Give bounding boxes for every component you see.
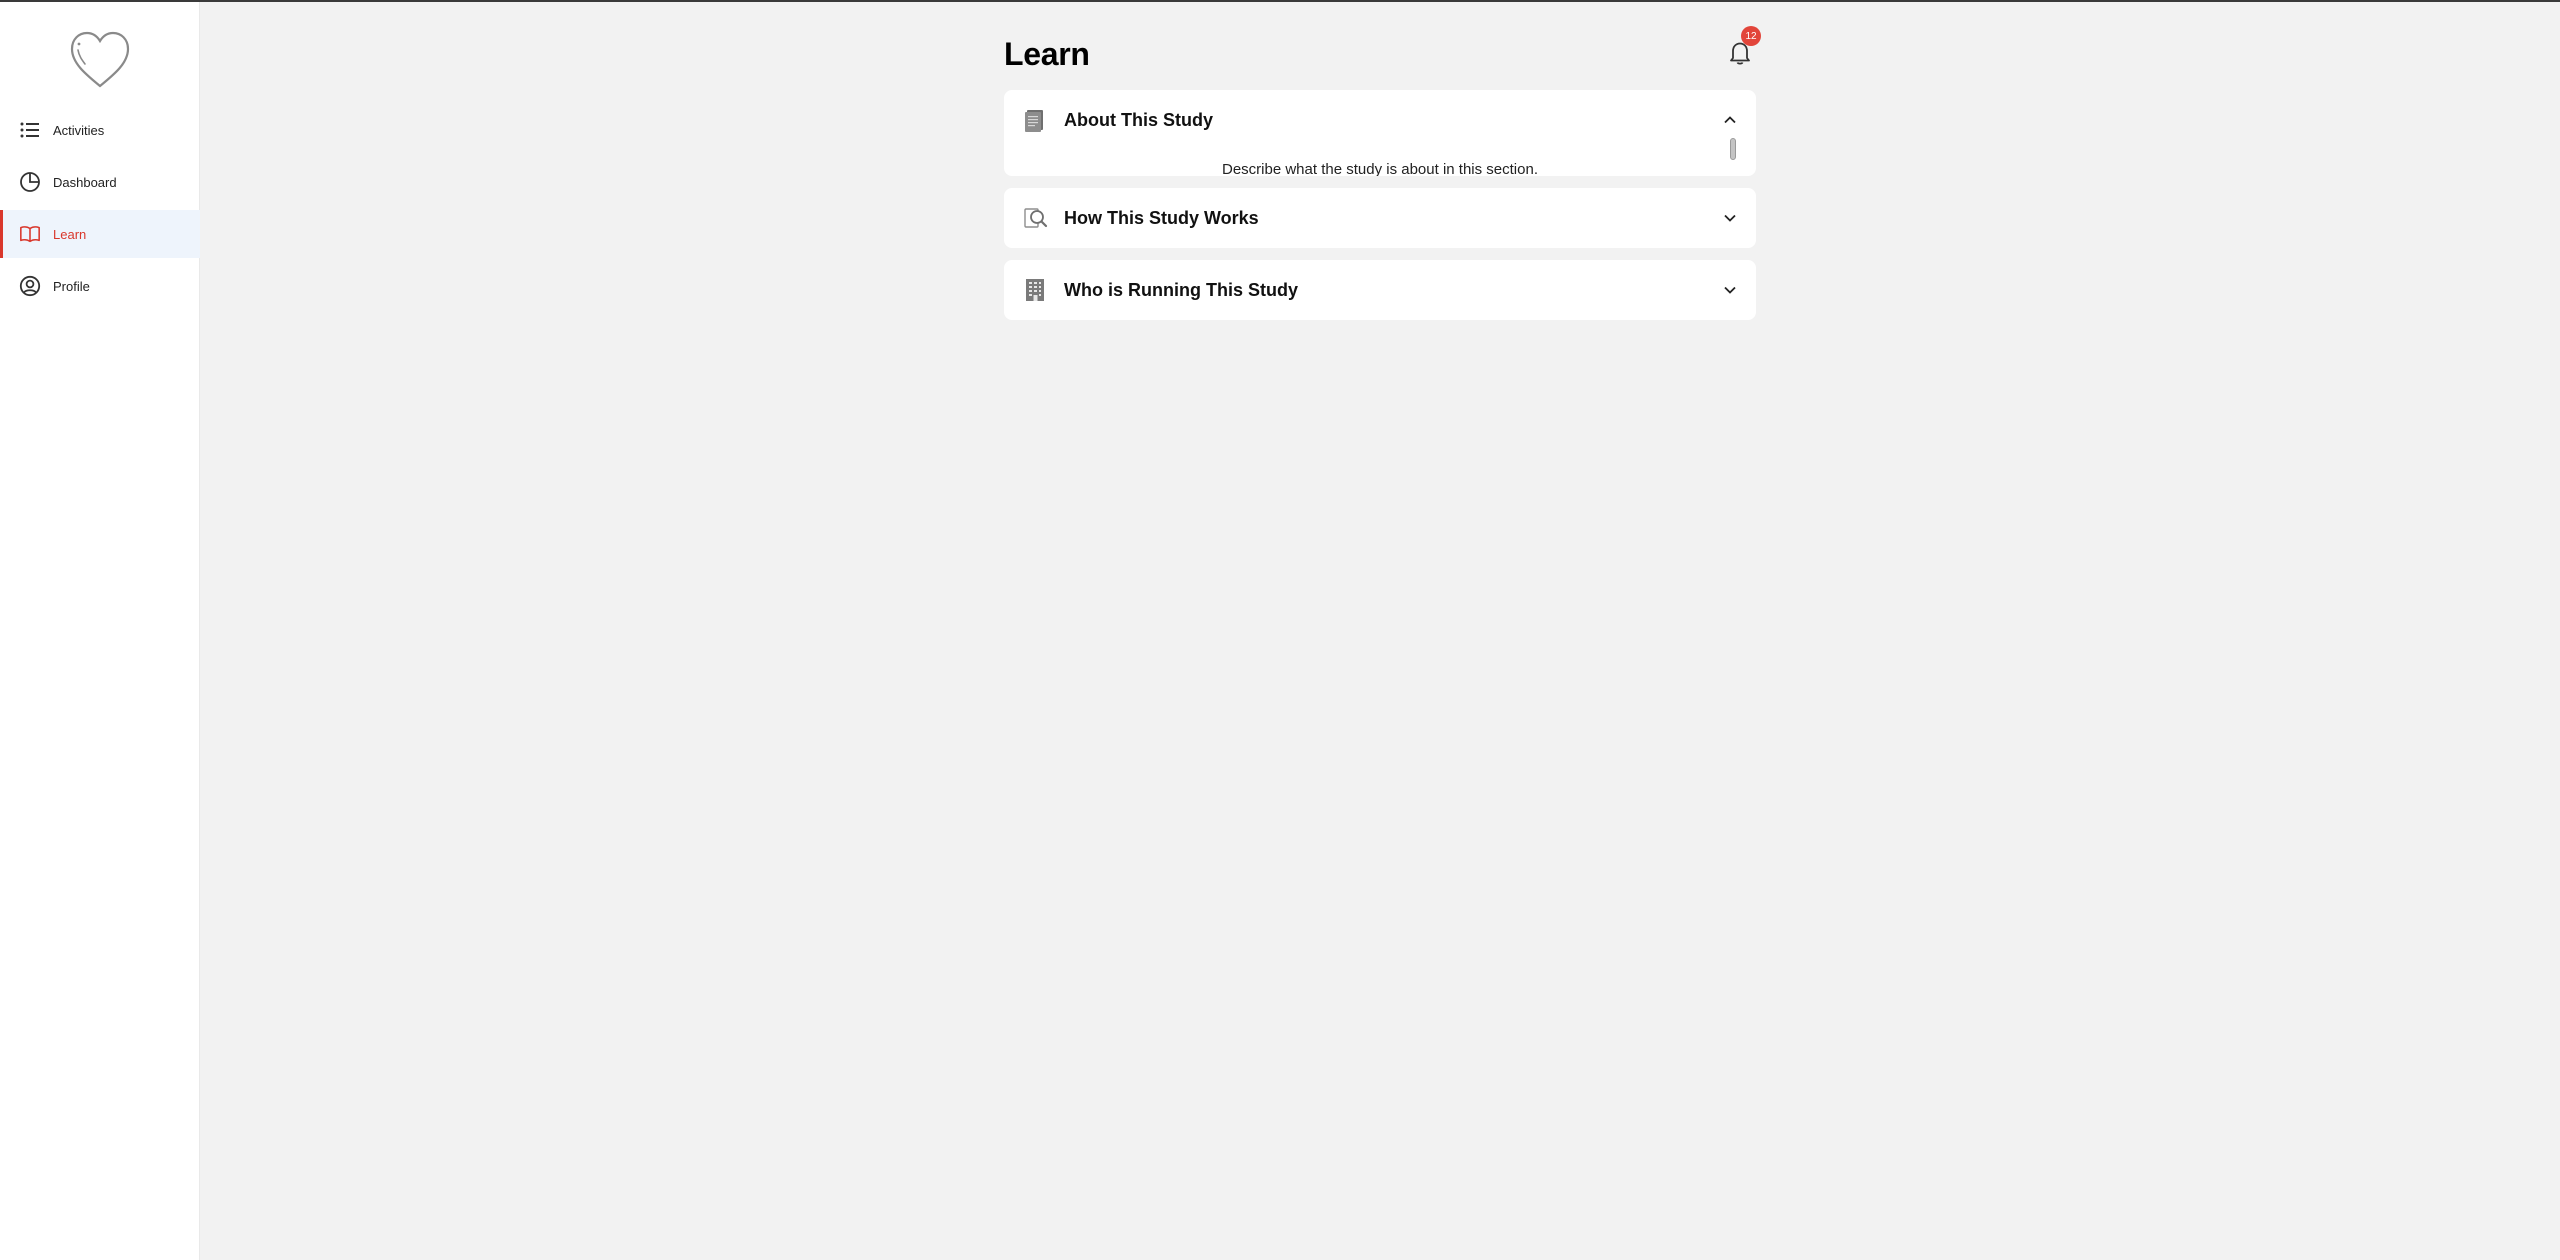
sidebar-nav: Activities Dashboard Learn Profile	[0, 106, 200, 314]
sidebar-item-label: Activities	[53, 122, 105, 138]
accordion-about-study: About This Study Describe what the study…	[1004, 90, 1756, 176]
book-open-icon	[19, 223, 41, 245]
accordion-header-about-study[interactable]: About This Study	[1004, 90, 1756, 150]
notification-badge: 12	[1741, 26, 1761, 46]
page-title: Learn	[1004, 36, 1090, 72]
document-icon	[1025, 110, 1043, 132]
sidebar-item-dashboard[interactable]: Dashboard	[0, 158, 200, 206]
list-icon	[19, 119, 41, 141]
sidebar-item-activities[interactable]: Activities	[0, 106, 200, 154]
accordion-header-how-study-works[interactable]: How This Study Works	[1004, 188, 1756, 248]
pie-chart-icon	[19, 171, 41, 193]
sidebar-item-label: Dashboard	[53, 174, 117, 190]
accordion-body-text: Describe what the study is about in this…	[1222, 161, 1538, 176]
building-icon	[1026, 279, 1044, 301]
user-circle-icon	[19, 275, 41, 297]
sidebar-item-profile[interactable]: Profile	[0, 262, 200, 310]
accordion-title: Who is Running This Study	[1064, 279, 1298, 300]
sidebar: Activities Dashboard Learn Profile	[0, 2, 200, 1260]
accordion-title: About This Study	[1064, 109, 1213, 130]
accordion-header-who-running-study[interactable]: Who is Running This Study	[1004, 260, 1756, 320]
chevron-up-icon[interactable]	[1722, 112, 1738, 128]
magnifier-document-icon	[1024, 208, 1048, 228]
accordion-title: How This Study Works	[1064, 207, 1259, 228]
heart-logo-icon	[70, 31, 130, 88]
sidebar-item-label: Profile	[53, 278, 90, 294]
chevron-down-icon[interactable]	[1722, 282, 1738, 298]
sidebar-item-label: Learn	[53, 226, 87, 242]
sidebar-item-learn[interactable]: Learn	[0, 210, 200, 258]
chevron-down-icon[interactable]	[1722, 210, 1738, 226]
accordion-how-study-works: How This Study Works	[1004, 188, 1756, 248]
accordion-who-running-study: Who is Running This Study	[1004, 260, 1756, 320]
